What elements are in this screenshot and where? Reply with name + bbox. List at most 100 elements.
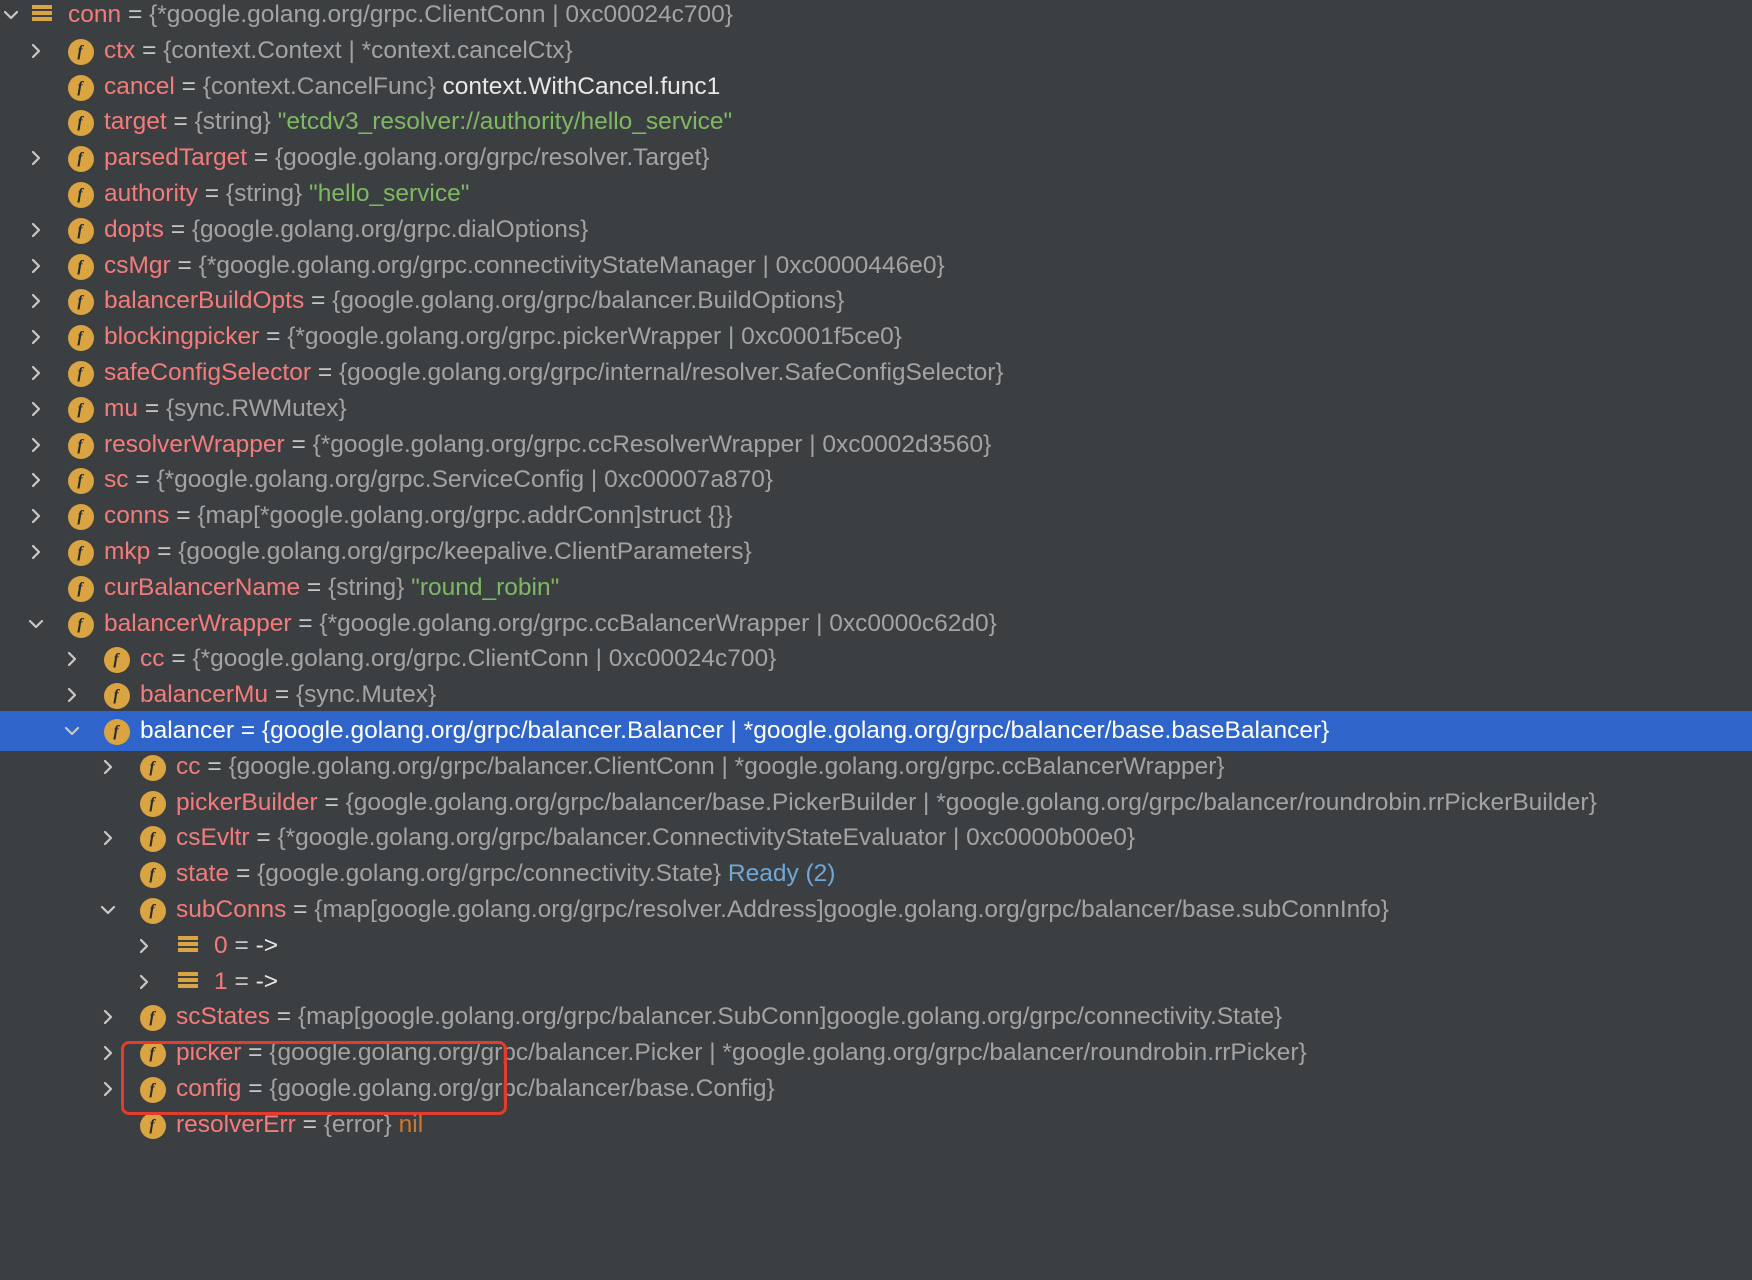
chevron-right-icon[interactable] (25, 138, 47, 178)
debugger-variables-tree[interactable]: conn = {*google.golang.org/grpc.ClientCo… (0, 0, 1752, 1280)
variable-row[interactable]: f curBalancerName = {string} "round_robin… (0, 568, 1752, 608)
variable-row[interactable]: f conns = {map[*google.golang.org/grpc.ad… (0, 496, 1752, 536)
variable-name: balancerWrapper (104, 609, 292, 637)
variable-row[interactable]: f config = {google.golang.org/grpc/balanc… (0, 1069, 1752, 1109)
chevron-right-icon[interactable] (97, 997, 119, 1037)
chevron-down-icon[interactable] (97, 890, 119, 930)
field-icon-letter: f (77, 221, 83, 239)
field-icon-letter: f (77, 508, 83, 526)
chevron-right-icon[interactable] (97, 1033, 119, 1073)
variable-row[interactable]: conn = {*google.golang.org/grpc.ClientCo… (0, 0, 1752, 35)
assign-sign: = (302, 1110, 317, 1138)
assign-sign: = (157, 538, 172, 565)
variable-row[interactable]: f parsedTarget = {google.golang.org/grpc/… (0, 138, 1752, 178)
variable-row[interactable]: f balancerBuildOpts = {google.golang.org/… (0, 281, 1752, 321)
variable-row[interactable]: f sc = {*google.golang.org/grpc.ServiceCo… (0, 460, 1752, 500)
variable-name: state (176, 860, 230, 888)
variable-row[interactable]: f ctx = {context.Context | *context.cance… (0, 31, 1752, 71)
variable-row[interactable]: f pickerBuilder = {google.golang.org/grpc… (0, 783, 1752, 823)
variable-name: conn (68, 1, 122, 28)
field-icon-letter: f (149, 1081, 155, 1098)
variable-name: config (176, 1075, 242, 1102)
variable-row[interactable]: f cc = {*google.golang.org/grpc.ClientCon… (0, 639, 1752, 679)
field-icon: f (68, 432, 94, 459)
variable-type: {string} (328, 573, 405, 601)
chevron-down-icon[interactable] (25, 604, 47, 644)
variable-row[interactable]: f picker = {google.golang.org/grpc/balanc… (0, 1033, 1752, 1073)
variable-row[interactable]: f cancel = {context.CancelFunc} context.W… (0, 67, 1752, 107)
variable-text: blockingpicker = {*google.golang.org/grp… (104, 317, 902, 357)
variable-row[interactable]: f balancer = {google.golang.org/grpc/bala… (0, 711, 1752, 751)
variable-type: {string} (194, 108, 271, 136)
chevron-right-icon[interactable] (25, 281, 47, 321)
variable-name: sc (104, 466, 129, 494)
chevron-right-icon[interactable] (61, 639, 83, 679)
chevron-right-icon[interactable] (61, 675, 83, 715)
field-icon-letter: f (77, 186, 83, 203)
field-icon: f (140, 862, 166, 889)
variable-text: target = {string} "etcdv3_resolver://aut… (104, 102, 732, 142)
field-icon: f (68, 253, 94, 280)
field-icon-letter: f (77, 472, 83, 490)
variable-row[interactable]: f state = {google.golang.org/grpc/connect… (0, 854, 1752, 894)
variable-row[interactable]: f csMgr = {*google.golang.org/grpc.connec… (0, 246, 1752, 286)
variable-row[interactable]: f dopts = {google.golang.org/grpc.dialOpt… (0, 210, 1752, 250)
chevron-right-icon[interactable] (133, 926, 155, 966)
chevron-right-icon[interactable] (133, 962, 155, 1002)
chevron-down-icon[interactable] (0, 0, 22, 35)
chevron-down-icon[interactable] (61, 711, 83, 751)
field-icon: f (68, 325, 94, 352)
variable-row[interactable]: f resolverErr = {error} nil (0, 1105, 1752, 1145)
chevron-right-icon[interactable] (97, 1069, 119, 1109)
variable-row[interactable]: f mkp = {google.golang.org/grpc/keepalive… (0, 532, 1752, 572)
chevron-right-icon[interactable] (25, 532, 47, 572)
chevron-right-icon[interactable] (25, 31, 47, 71)
variable-row[interactable]: f scStates = {map[google.golang.org/grpc/… (0, 997, 1752, 1037)
chevron-right-icon[interactable] (25, 389, 47, 429)
variable-type: {*google.golang.org/grpc.ccBalancerWrapp… (319, 609, 997, 637)
variable-row[interactable]: f resolverWrapper = {*google.golang.org/g… (0, 425, 1752, 465)
field-icon: f (140, 1005, 166, 1032)
variable-row[interactable]: f blockingpicker = {*google.golang.org/gr… (0, 317, 1752, 357)
chevron-right-icon[interactable] (25, 496, 47, 536)
variable-row[interactable]: f subConns = {map[google.golang.org/grpc/… (0, 890, 1752, 930)
chevron-right-icon[interactable] (97, 747, 119, 787)
map-entry-row[interactable]: 0 = -> (0, 926, 1752, 966)
variable-type: {map[google.golang.org/grpc/balancer.Sub… (297, 1003, 1283, 1031)
variable-name: cc (140, 645, 165, 673)
variable-row[interactable]: f target = {string} "etcdv3_resolver://au… (0, 102, 1752, 142)
variable-type: {google.golang.org/grpc/balancer.BuildOp… (332, 287, 845, 315)
field-icon: f (104, 647, 130, 674)
variable-type: {*google.golang.org/grpc.pickerWrapper |… (287, 323, 902, 351)
variable-text: safeConfigSelector = {google.golang.org/… (104, 353, 1004, 393)
chevron-right-icon[interactable] (97, 818, 119, 858)
chevron-right-icon[interactable] (25, 246, 47, 286)
field-icon: f (104, 719, 130, 745)
field-icon-letter: f (77, 615, 83, 633)
field-icon: f (68, 38, 94, 65)
field-icon-letter: f (77, 257, 83, 275)
field-icon-letter: f (149, 1045, 155, 1063)
variable-text: balancerBuildOpts = {google.golang.org/g… (104, 281, 844, 321)
field-icon-letter: f (77, 436, 83, 454)
field-icon-letter: f (77, 42, 83, 60)
variable-row[interactable]: f safeConfigSelector = {google.golang.org… (0, 353, 1752, 393)
variable-row[interactable]: f mu = {sync.RWMutex} (0, 389, 1752, 429)
variable-row[interactable]: f balancerMu = {sync.Mutex} (0, 675, 1752, 715)
map-entry-row[interactable]: 1 = -> (0, 962, 1752, 1002)
variable-row[interactable]: f cc = {google.golang.org/grpc/balancer.C… (0, 747, 1752, 787)
field-icon: f (68, 217, 94, 244)
chevron-right-icon[interactable] (25, 317, 47, 357)
variable-row[interactable]: f authority = {string} "hello_service" (0, 174, 1752, 214)
chevron-right-icon[interactable] (25, 210, 47, 250)
chevron-right-icon[interactable] (25, 460, 47, 500)
field-icon-letter: f (113, 687, 119, 705)
map-arrow: -> (255, 967, 279, 995)
chevron-right-icon[interactable] (25, 425, 47, 465)
variable-row[interactable]: f csEvltr = {*google.golang.org/grpc/bala… (0, 818, 1752, 858)
field-icon-letter: f (77, 114, 83, 132)
map-arrow: -> (255, 931, 279, 959)
variable-row[interactable]: f balancerWrapper = {*google.golang.org/g… (0, 604, 1752, 644)
chevron-right-icon[interactable] (25, 353, 47, 393)
field-icon-letter: f (77, 329, 83, 347)
